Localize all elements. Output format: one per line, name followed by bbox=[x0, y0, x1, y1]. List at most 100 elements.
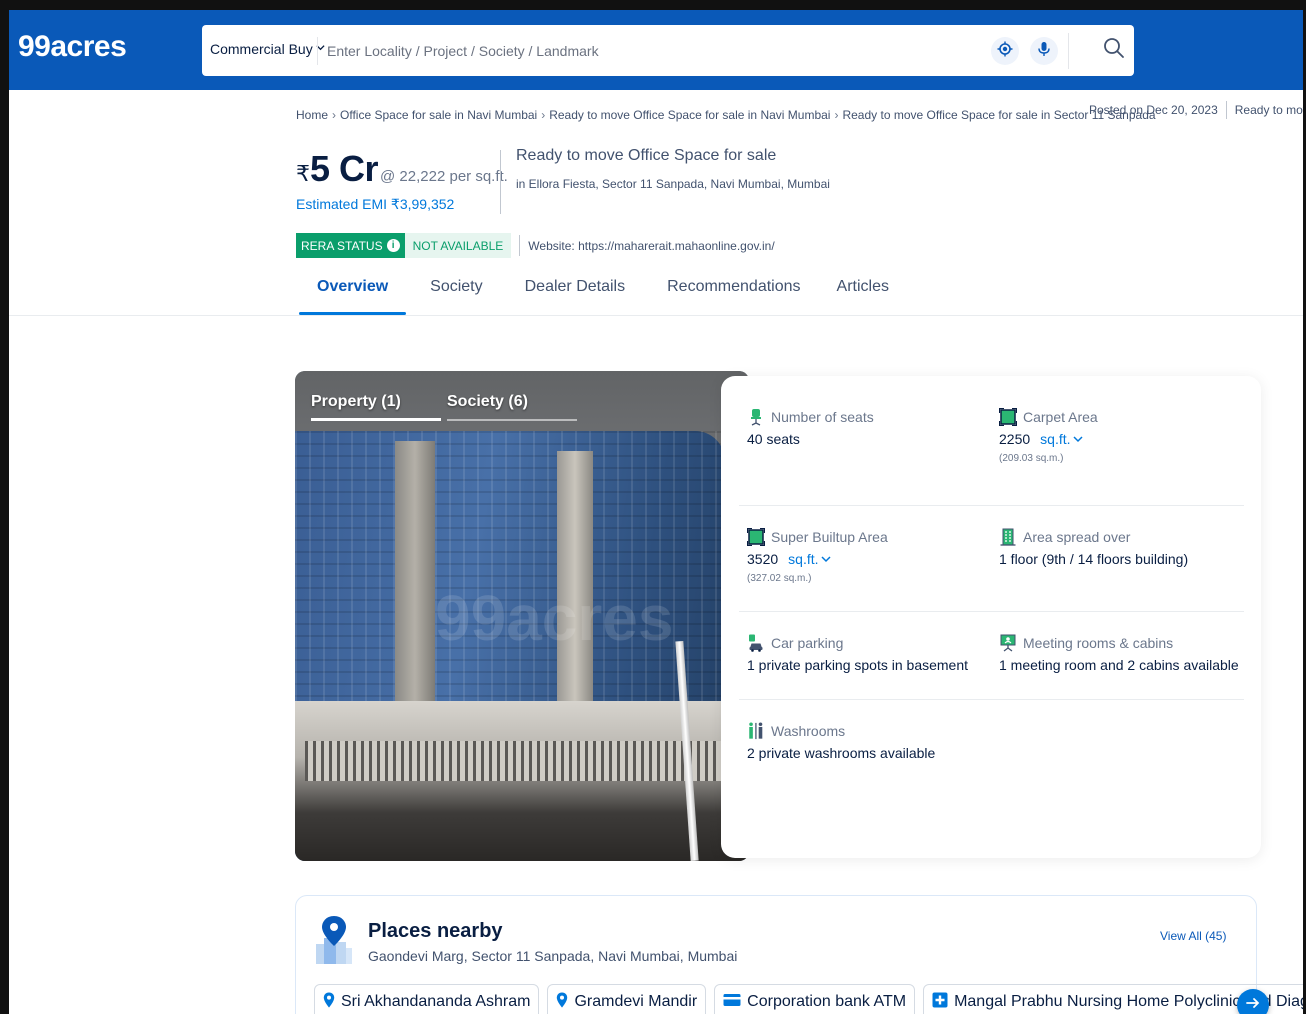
rera-website[interactable]: Website: https://maharerait.mahaonline.g… bbox=[528, 233, 774, 258]
hospital-icon bbox=[932, 992, 948, 1013]
breadcrumb: Home › Office Space for sale in Navi Mumb… bbox=[296, 108, 1156, 122]
price-divider bbox=[500, 150, 501, 214]
detail-value: 1 private parking spots in basement bbox=[747, 657, 969, 673]
tab-dealer-details[interactable]: Dealer Details bbox=[507, 272, 643, 315]
detail-label: Super Builtup Area bbox=[771, 529, 888, 545]
rera-divider bbox=[519, 235, 521, 256]
search-bar: Commercial Buy bbox=[202, 25, 1134, 76]
detail-value: 3520 bbox=[747, 551, 779, 567]
breadcrumb-link[interactable]: Ready to move Office Space for sale in N… bbox=[549, 108, 830, 122]
price-block: ₹ 5 Cr @ 22,222 per sq.ft. bbox=[296, 148, 508, 190]
place-chip[interactable]: Gramdevi Mandir bbox=[547, 984, 707, 1014]
details-row: Super Builtup Area 3520 sq.ft. (327.02 s… bbox=[739, 506, 1244, 612]
photo-watermark: 99acres bbox=[435, 582, 674, 654]
estimated-emi-link[interactable]: Estimated EMI ₹3,99,352 bbox=[296, 196, 454, 213]
search-input[interactable] bbox=[327, 35, 967, 67]
tab-society[interactable]: Society bbox=[412, 272, 500, 315]
detail-value-row: 2250 sq.ft. bbox=[999, 431, 1249, 447]
detail-value: 1 meeting room and 2 cabins available bbox=[999, 657, 1239, 673]
voice-search-button[interactable] bbox=[1030, 37, 1058, 65]
breadcrumb-link[interactable]: Home bbox=[296, 108, 328, 122]
detail-seats: Number of seats 40 seats bbox=[747, 406, 997, 447]
detail-area-spread: Area spread over 1 floor (9th / 14 floor… bbox=[999, 526, 1249, 567]
detail-value: 2 private washrooms available bbox=[747, 745, 936, 761]
gallery-tab-society[interactable]: Society (6) bbox=[447, 393, 583, 421]
location-pin-icon bbox=[556, 992, 568, 1013]
breadcrumb-separator: › bbox=[541, 108, 546, 122]
property-title: Ready to move Office Space for sale bbox=[516, 147, 777, 164]
place-chip[interactable]: Sri Akhandananda Ashram bbox=[314, 984, 540, 1014]
details-row: Car parking 1 private parking spots in b… bbox=[739, 612, 1244, 700]
property-photo-gallery[interactable]: 99acres Property (1) Society (6) bbox=[295, 371, 749, 861]
car-icon bbox=[747, 634, 765, 652]
site-logo[interactable]: 99acres bbox=[18, 30, 127, 64]
top-header: 99acres Commercial Buy bbox=[9, 10, 1303, 90]
detail-car-parking: Car parking 1 private parking spots in b… bbox=[747, 632, 997, 673]
detail-meeting-rooms: Meeting rooms & cabins 1 meeting room an… bbox=[999, 632, 1249, 673]
rera-status-label: RERA STATUS bbox=[301, 238, 383, 253]
chevron-down-icon bbox=[820, 551, 831, 567]
detail-label-row: Meeting rooms & cabins bbox=[999, 632, 1249, 654]
place-chip[interactable]: Corporation bank ATM bbox=[714, 984, 916, 1014]
places-address: Gaondevi Marg, Sector 11 Sanpada, Navi M… bbox=[368, 948, 738, 964]
detail-label: Washrooms bbox=[771, 723, 846, 739]
chair-icon bbox=[747, 408, 765, 426]
detail-subvalue: (209.03 sq.m.) bbox=[999, 453, 1064, 464]
locate-me-button[interactable] bbox=[991, 37, 1019, 65]
tab-overview[interactable]: Overview bbox=[299, 272, 407, 315]
search-separator bbox=[1068, 33, 1069, 69]
detail-label-row: Number of seats bbox=[747, 406, 997, 428]
possession-status: Ready to move bbox=[1234, 103, 1303, 117]
property-address: in Ellora Fiesta, Sector 11 Sanpada, Nav… bbox=[516, 177, 830, 191]
detail-washrooms: Washrooms 2 private washrooms available bbox=[747, 720, 997, 761]
area-icon bbox=[999, 408, 1017, 426]
photo-column bbox=[395, 441, 435, 741]
price-per-sqft: @ 22,222 per sq.ft. bbox=[380, 168, 508, 185]
unit-selector[interactable]: sq.ft. bbox=[788, 551, 831, 567]
breadcrumb-separator: › bbox=[332, 108, 337, 122]
listing-meta: Posted on Dec 20, 2023 Ready to move bbox=[1089, 101, 1303, 119]
detail-label: Area spread over bbox=[1023, 529, 1131, 545]
gallery-tab-property[interactable]: Property (1) bbox=[311, 393, 447, 421]
section-tabs: Overview Society Dealer Details Recommen… bbox=[299, 272, 907, 315]
places-title: Places nearby bbox=[368, 920, 503, 942]
view-all-places-link[interactable]: View All (45) bbox=[1160, 929, 1226, 943]
place-chip-label: Corporation bank ATM bbox=[747, 993, 907, 1010]
unit-selector[interactable]: sq.ft. bbox=[1040, 431, 1083, 447]
info-icon[interactable]: i bbox=[386, 239, 400, 252]
photo-facade bbox=[305, 741, 725, 781]
breadcrumb-separator: › bbox=[834, 108, 839, 122]
location-pin-icon bbox=[323, 992, 335, 1013]
detail-value-row: 3520 sq.ft. bbox=[747, 551, 997, 567]
places-nearby-section: Places nearby Gaondevi Marg, Sector 11 S… bbox=[295, 895, 1303, 1014]
breadcrumb-link[interactable]: Office Space for sale in Navi Mumbai bbox=[340, 108, 537, 122]
microphone-icon bbox=[1037, 41, 1051, 62]
property-details-card: Number of seats 40 seats Carpet Area 225… bbox=[721, 376, 1261, 858]
meeting-icon bbox=[999, 634, 1017, 652]
search-category-label: Commercial Buy bbox=[210, 41, 313, 57]
rera-status-bar: RERA STATUS i NOT AVAILABLE Website: htt… bbox=[296, 233, 775, 258]
arrow-right-icon bbox=[1246, 996, 1260, 1014]
search-icon bbox=[1103, 37, 1125, 64]
meta-divider bbox=[1225, 101, 1227, 119]
search-divider bbox=[317, 37, 318, 65]
detail-label-row: Super Builtup Area bbox=[747, 526, 997, 548]
detail-label-row: Washrooms bbox=[747, 720, 997, 742]
gallery-tabs: Property (1) Society (6) bbox=[311, 393, 583, 421]
building-icon bbox=[999, 528, 1017, 546]
rera-status-value: NOT AVAILABLE bbox=[404, 233, 512, 258]
tab-articles[interactable]: Articles bbox=[819, 272, 907, 315]
card-icon bbox=[723, 993, 741, 1012]
places-next-button[interactable] bbox=[1237, 989, 1269, 1014]
currency-symbol: ₹ bbox=[296, 161, 310, 186]
tabs-underline bbox=[9, 315, 1303, 316]
unit-label: sq.ft. bbox=[788, 551, 819, 567]
detail-label-row: Area spread over bbox=[999, 526, 1249, 548]
detail-label: Carpet Area bbox=[1023, 409, 1098, 425]
search-category-dropdown[interactable]: Commercial Buy bbox=[210, 41, 325, 57]
price-amount: 5 Cr bbox=[310, 148, 379, 189]
place-chip-label: Gramdevi Mandir bbox=[574, 993, 698, 1010]
tab-recommendations[interactable]: Recommendations bbox=[649, 272, 818, 315]
unit-label: sq.ft. bbox=[1040, 431, 1071, 447]
search-button[interactable] bbox=[1100, 36, 1128, 64]
